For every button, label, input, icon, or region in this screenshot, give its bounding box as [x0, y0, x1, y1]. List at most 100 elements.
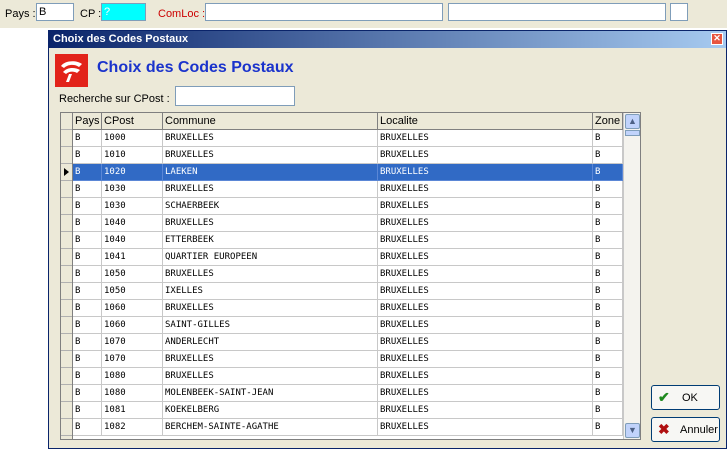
table-row[interactable]: B 1020 LAEKEN BRUXELLES B: [73, 164, 623, 181]
table-row[interactable]: B 1081 KOEKELBERG BRUXELLES B: [73, 402, 623, 419]
cell-commune: BERCHEM-SAINTE-AGATHE: [163, 419, 378, 436]
comloc-field-1[interactable]: [205, 3, 443, 21]
table-row[interactable]: B 1050 BRUXELLES BRUXELLES B: [73, 266, 623, 283]
cell-commune: BRUXELLES: [163, 147, 378, 164]
table-row[interactable]: B 1060 SAINT-GILLES BRUXELLES B: [73, 317, 623, 334]
cell-localite: BRUXELLES: [378, 368, 593, 385]
comloc-field-2[interactable]: [448, 3, 666, 21]
cell-cpost: 1081: [102, 402, 163, 419]
cell-localite: BRUXELLES: [378, 266, 593, 283]
cp-label: CP :: [80, 8, 102, 20]
row-indicator-cell: [61, 198, 72, 215]
table-row[interactable]: B 1030 SCHAERBEEK BRUXELLES B: [73, 198, 623, 215]
cell-localite: BRUXELLES: [378, 419, 593, 436]
cell-localite: BRUXELLES: [378, 249, 593, 266]
cell-zone: B: [593, 334, 623, 351]
cell-zone: B: [593, 368, 623, 385]
scroll-down-button[interactable]: ▼: [625, 423, 640, 438]
column-header-pays[interactable]: Pays: [73, 113, 102, 130]
row-indicator-cell: [61, 317, 72, 334]
cell-pays: B: [73, 385, 102, 402]
cell-commune: BRUXELLES: [163, 266, 378, 283]
comloc-label: ComLoc :: [158, 8, 206, 20]
cell-pays: B: [73, 249, 102, 266]
pays-field[interactable]: B: [36, 3, 74, 21]
search-input[interactable]: [175, 86, 295, 106]
cell-localite: BRUXELLES: [378, 300, 593, 317]
cell-pays: B: [73, 368, 102, 385]
table-row[interactable]: B 1040 BRUXELLES BRUXELLES B: [73, 215, 623, 232]
table-row[interactable]: B 1010 BRUXELLES BRUXELLES B: [73, 147, 623, 164]
cell-zone: B: [593, 419, 623, 436]
cell-zone: B: [593, 300, 623, 317]
table-row[interactable]: B 1050 IXELLES BRUXELLES B: [73, 283, 623, 300]
row-indicator-cell: [61, 266, 72, 283]
row-indicator-cell: [61, 419, 72, 436]
row-indicator-cell: [61, 402, 72, 419]
cell-cpost: 1041: [102, 249, 163, 266]
cell-commune: BRUXELLES: [163, 130, 378, 147]
cell-commune: KOEKELBERG: [163, 402, 378, 419]
cell-cpost: 1050: [102, 283, 163, 300]
cell-commune: BRUXELLES: [163, 300, 378, 317]
cell-commune: SAINT-GILLES: [163, 317, 378, 334]
column-header-zone[interactable]: Zone: [593, 113, 623, 130]
ok-button[interactable]: ✔ OK: [651, 385, 720, 410]
cell-pays: B: [73, 300, 102, 317]
table-row[interactable]: B 1070 ANDERLECHT BRUXELLES B: [73, 334, 623, 351]
cell-cpost: 1000: [102, 130, 163, 147]
row-indicator-cell: [61, 385, 72, 402]
cell-localite: BRUXELLES: [378, 283, 593, 300]
cp-field[interactable]: ?: [101, 3, 146, 21]
search-label: Recherche sur CPost :: [59, 93, 170, 105]
postal-codes-dialog: Choix des Codes Postaux ✕ Choix des Code…: [48, 30, 727, 449]
cell-pays: B: [73, 317, 102, 334]
cell-pays: B: [73, 147, 102, 164]
table-row[interactable]: B 1080 BRUXELLES BRUXELLES B: [73, 368, 623, 385]
cell-pays: B: [73, 181, 102, 198]
cell-pays: B: [73, 334, 102, 351]
cell-cpost: 1040: [102, 232, 163, 249]
cell-pays: B: [73, 215, 102, 232]
postal-codes-grid[interactable]: Pays CPost Commune Localite Zone B 1000 BR…: [60, 112, 641, 440]
cell-cpost: 1020: [102, 164, 163, 181]
cell-cpost: 1060: [102, 317, 163, 334]
cell-pays: B: [73, 283, 102, 300]
table-row[interactable]: B 1041 QUARTIER EUROPEEN BRUXELLES B: [73, 249, 623, 266]
dialog-titlebar[interactable]: Choix des Codes Postaux ✕: [49, 31, 726, 48]
cell-zone: B: [593, 385, 623, 402]
table-row[interactable]: B 1070 BRUXELLES BRUXELLES B: [73, 351, 623, 368]
cell-zone: B: [593, 351, 623, 368]
cell-cpost: 1050: [102, 266, 163, 283]
cell-localite: BRUXELLES: [378, 232, 593, 249]
cancel-button[interactable]: ✖ Annuler: [651, 417, 720, 442]
cell-zone: B: [593, 283, 623, 300]
cell-localite: BRUXELLES: [378, 351, 593, 368]
scroll-thumb[interactable]: [625, 130, 640, 136]
column-header-commune[interactable]: Commune: [163, 113, 378, 130]
cell-cpost: 1040: [102, 215, 163, 232]
comloc-field-3[interactable]: [670, 3, 688, 21]
column-header-localite[interactable]: Localite: [378, 113, 593, 130]
table-row[interactable]: B 1060 BRUXELLES BRUXELLES B: [73, 300, 623, 317]
cell-pays: B: [73, 419, 102, 436]
table-row[interactable]: B 1040 ETTERBEEK BRUXELLES B: [73, 232, 623, 249]
table-row[interactable]: B 1080 MOLENBEEK-SAINT-JEAN BRUXELLES B: [73, 385, 623, 402]
cell-commune: ETTERBEEK: [163, 232, 378, 249]
cell-zone: B: [593, 317, 623, 334]
dialog-title: Choix des Codes Postaux: [53, 33, 189, 45]
cell-localite: BRUXELLES: [378, 334, 593, 351]
cell-localite: BRUXELLES: [378, 130, 593, 147]
pays-label: Pays :: [5, 8, 36, 20]
table-row[interactable]: B 1030 BRUXELLES BRUXELLES B: [73, 181, 623, 198]
cell-pays: B: [73, 266, 102, 283]
cell-pays: B: [73, 351, 102, 368]
vertical-scrollbar[interactable]: ▲ ▼: [623, 113, 640, 439]
table-row[interactable]: B 1000 BRUXELLES BRUXELLES B: [73, 130, 623, 147]
row-indicator-cell: [61, 147, 72, 164]
table-row[interactable]: B 1082 BERCHEM-SAINTE-AGATHE BRUXELLES B: [73, 419, 623, 436]
close-icon[interactable]: ✕: [711, 33, 723, 45]
column-header-cpost[interactable]: CPost: [102, 113, 163, 130]
scroll-up-button[interactable]: ▲: [625, 114, 640, 129]
cell-localite: BRUXELLES: [378, 181, 593, 198]
